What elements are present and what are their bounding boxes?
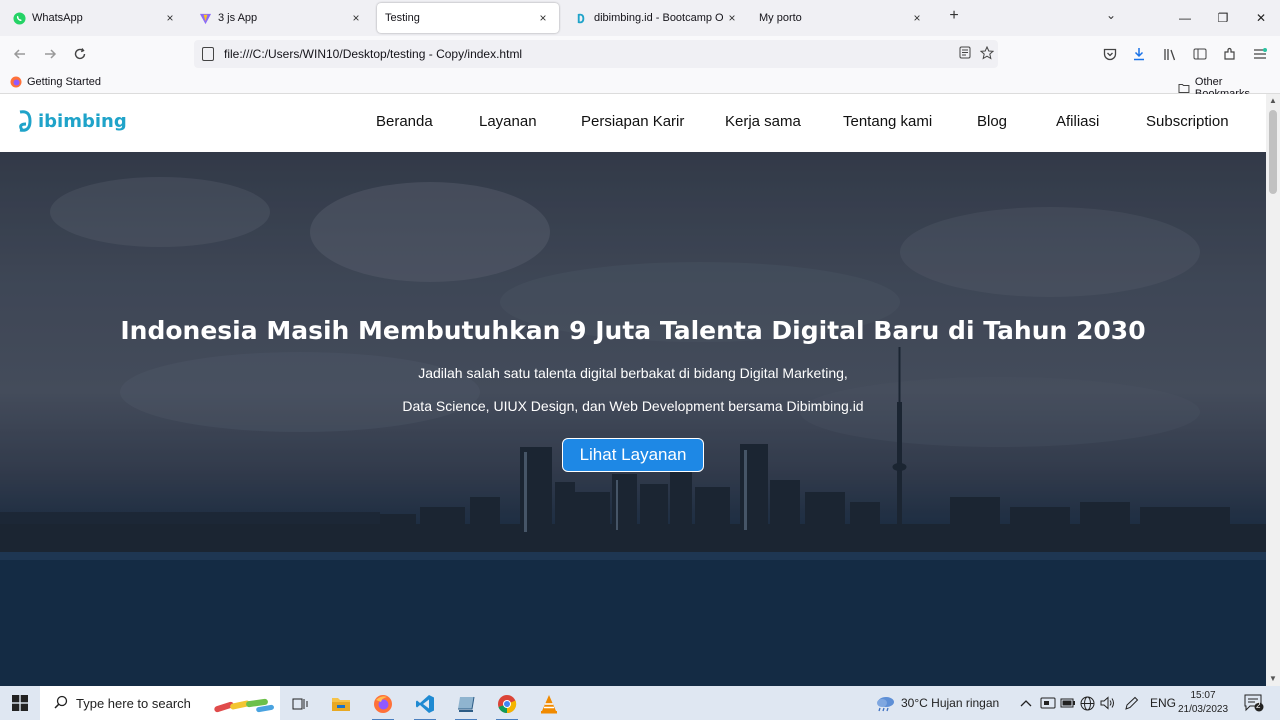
close-window-button[interactable]: ✕: [1242, 0, 1280, 36]
hero-subtitle-line2: Data Science, UIUX Design, dan Web Devel…: [402, 398, 864, 414]
windows-taskbar: Type here to search 30°C Hujan ringan EN…: [0, 686, 1280, 720]
pen-workspace-icon[interactable]: [1124, 686, 1139, 720]
back-button[interactable]: [8, 42, 32, 66]
folder-icon: [1178, 84, 1190, 93]
notification-icon: [1244, 694, 1264, 712]
restore-button[interactable]: ❐: [1204, 0, 1242, 36]
tab-3js-app[interactable]: 3 js App ×: [190, 2, 372, 34]
task-view-icon[interactable]: [283, 690, 317, 718]
network-globe-icon[interactable]: [1080, 686, 1095, 720]
bookmark-label: Getting Started: [27, 76, 101, 88]
navigation-toolbar: file:///C:/Users/WIN10/Desktop/testing -…: [0, 36, 1280, 72]
new-tab-button[interactable]: +: [944, 7, 964, 29]
nav-link-persiapan-karir[interactable]: Persiapan Karir: [581, 113, 684, 130]
app-window-icon[interactable]: [449, 690, 483, 720]
bookmark-getting-started[interactable]: Getting Started: [10, 76, 101, 88]
system-clock[interactable]: 15:07 21/03/2023: [1172, 689, 1234, 717]
search-placeholder: Type here to search: [76, 695, 191, 711]
tab-title: WhatsApp: [32, 12, 83, 24]
whatsapp-icon: [12, 11, 26, 25]
reload-button[interactable]: [68, 42, 92, 66]
app-menu-icon[interactable]: [1250, 44, 1270, 64]
scroll-up-arrow-icon[interactable]: ▲: [1266, 94, 1280, 108]
firefox-icon: [10, 76, 22, 88]
tab-title: dibimbing.id - Bootcamp Online: [594, 12, 724, 24]
weather-widget[interactable]: 30°C Hujan ringan: [874, 686, 999, 720]
clock-time: 15:07: [1190, 690, 1216, 701]
page-icon: [202, 47, 214, 61]
tab-title: Testing: [385, 12, 420, 24]
tab-whatsapp[interactable]: WhatsApp ×: [4, 2, 186, 34]
page-scrollbar[interactable]: ▲ ▼: [1266, 94, 1280, 686]
battery-icon[interactable]: [1060, 686, 1076, 720]
file-explorer-icon[interactable]: [324, 690, 358, 718]
hero-title: Indonesia Masih Membutuhkan 9 Juta Talen…: [120, 316, 1146, 345]
search-highlight-crayons-icon: [214, 698, 274, 713]
site-logo[interactable]: ibimbing: [16, 108, 127, 134]
bookmarks-toolbar: Getting Started Other Bookmarks: [0, 72, 1280, 100]
nav-link-tentang-kami[interactable]: Tentang kami: [843, 113, 932, 130]
notification-count: 2: [1256, 701, 1261, 710]
reload-icon: [74, 48, 86, 60]
vlc-icon[interactable]: [532, 690, 566, 718]
start-button[interactable]: [0, 686, 40, 720]
library-icon[interactable]: [1160, 44, 1180, 64]
show-hidden-icons-chevron[interactable]: [1020, 686, 1032, 720]
downloads-icon[interactable]: [1129, 44, 1149, 64]
back-arrow-icon: [13, 49, 25, 59]
list-all-tabs-button[interactable]: ⌄: [1106, 8, 1116, 22]
tab-title: My porto: [759, 12, 802, 24]
pocket-icon[interactable]: [1100, 44, 1120, 64]
firefox-taskbar-icon[interactable]: [366, 690, 400, 720]
meet-now-icon[interactable]: [1040, 686, 1056, 720]
hero-subtitle-line1: Jadilah salah satu talenta digital berba…: [418, 365, 848, 381]
nav-link-layanan[interactable]: Layanan: [479, 113, 537, 130]
chrome-icon[interactable]: [490, 690, 524, 720]
dibimbing-logo-icon: [19, 110, 32, 132]
tab-my-porto[interactable]: My porto ×: [751, 2, 933, 34]
dibimbing-icon: [574, 11, 588, 25]
address-bar[interactable]: file:///C:/Users/WIN10/Desktop/testing -…: [194, 40, 998, 68]
extensions-icon[interactable]: [1220, 44, 1240, 64]
hero-overlay: [0, 152, 1266, 686]
scroll-thumb[interactable]: [1269, 110, 1277, 194]
tab-strip: WhatsApp × 3 js App × Testing × dibimbin…: [0, 0, 1280, 36]
close-tab-icon[interactable]: ×: [162, 11, 178, 25]
windows-logo-icon: [12, 695, 28, 711]
url-text[interactable]: file:///C:/Users/WIN10/Desktop/testing -…: [224, 47, 954, 61]
vscode-icon[interactable]: [408, 690, 442, 720]
nav-link-kerja-sama[interactable]: Kerja sama: [725, 113, 801, 130]
clock-date: 21/03/2023: [1177, 704, 1229, 715]
notification-center-button[interactable]: 2: [1244, 686, 1264, 720]
volume-icon[interactable]: [1100, 686, 1115, 720]
search-icon: [46, 695, 76, 712]
forward-button[interactable]: [38, 42, 62, 66]
site-header: ibimbing Beranda Layanan Persiapan Karir…: [0, 94, 1266, 152]
lihat-layanan-button[interactable]: Lihat Layanan: [562, 438, 704, 472]
taskbar-search-box[interactable]: Type here to search: [40, 686, 280, 720]
hero-section: Indonesia Masih Membutuhkan 9 Juta Talen…: [0, 152, 1266, 686]
forward-arrow-icon: [45, 49, 57, 59]
nav-link-blog[interactable]: Blog: [977, 113, 1007, 130]
nav-link-beranda[interactable]: Beranda: [376, 113, 433, 130]
minimize-button[interactable]: —: [1166, 0, 1204, 36]
weather-text: 30°C Hujan ringan: [901, 696, 1000, 710]
sidebar-icon[interactable]: [1190, 44, 1210, 64]
bookmark-star-icon[interactable]: [976, 45, 998, 63]
close-tab-icon[interactable]: ×: [535, 11, 551, 25]
page-viewport: ibimbing Beranda Layanan Persiapan Karir…: [0, 94, 1266, 686]
reader-view-icon[interactable]: [954, 46, 976, 62]
tab-dibimbing[interactable]: dibimbing.id - Bootcamp Online ×: [566, 2, 748, 34]
tab-testing[interactable]: Testing ×: [377, 3, 559, 33]
vite-icon: [198, 11, 212, 25]
close-tab-icon[interactable]: ×: [909, 11, 925, 25]
close-tab-icon[interactable]: ×: [348, 11, 364, 25]
close-tab-icon[interactable]: ×: [724, 11, 740, 25]
nav-link-afiliasi[interactable]: Afiliasi: [1056, 113, 1099, 130]
scroll-down-arrow-icon[interactable]: ▼: [1266, 672, 1280, 686]
rain-cloud-icon: [877, 697, 894, 712]
tab-title: 3 js App: [218, 12, 258, 24]
nav-link-subscription[interactable]: Subscription: [1146, 113, 1229, 130]
logo-text: ibimbing: [38, 110, 127, 132]
